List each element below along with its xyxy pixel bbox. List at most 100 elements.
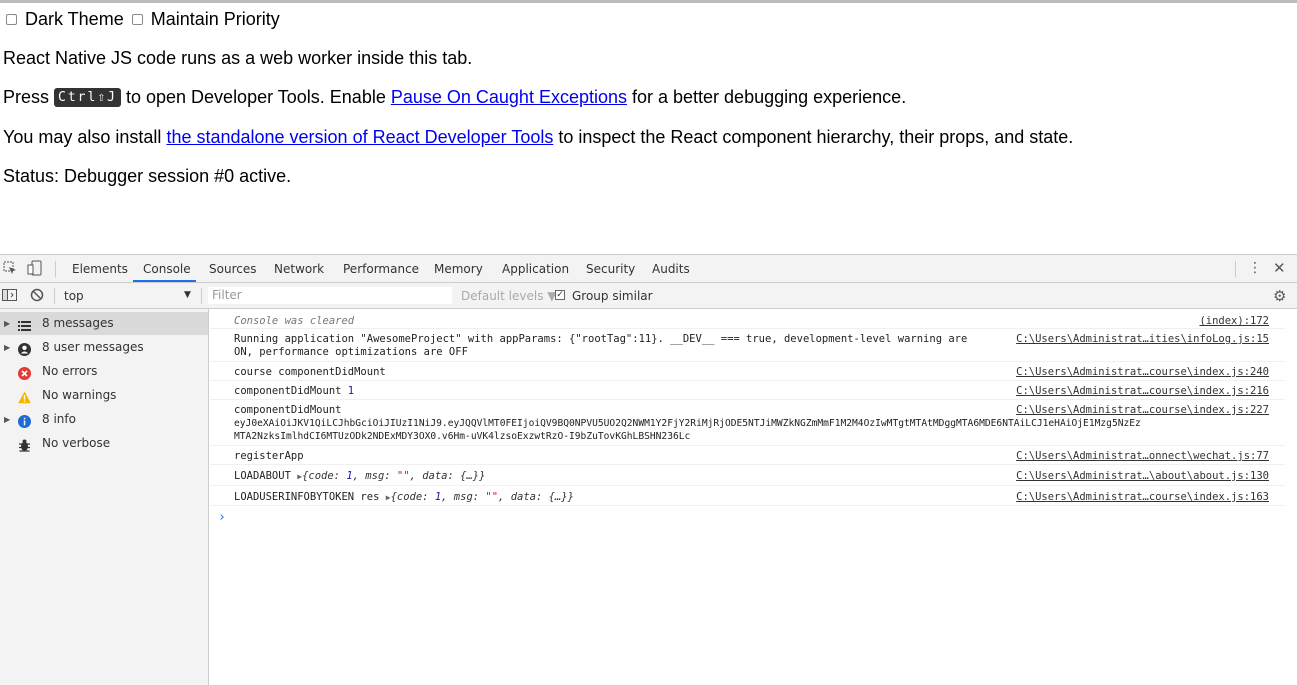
expand-arrow-icon[interactable]: ▶ [4,336,10,359]
obj-part: {code: [390,491,435,503]
message-text-cont: ON, performance optimizations are OFF [234,346,468,358]
console-message: LOADUSERINFOBYTOKEN res ▶{code: 1, msg: … [210,485,1285,506]
dark-theme-label[interactable]: Dark Theme [25,9,124,30]
error-icon [18,365,31,380]
console-message: componentDidMount eyJ0eXAiOiJKV1QiLCJhbG… [210,399,1285,446]
active-tab-indicator [133,280,196,282]
user-icon [18,341,31,356]
clear-console-icon[interactable] [30,288,44,305]
source-link[interactable]: C:\Users\Administrat…course\index.js:163 [1016,491,1269,504]
message-label: LOADUSERINFOBYTOKEN res [234,491,380,503]
obj-part: , data: {…}} [498,491,574,503]
react-devtools-text: You may also install the standalone vers… [3,127,1073,148]
debugger-page: Dark Theme Maintain Priority React Nativ… [0,0,1297,254]
install-prefix: You may also install [3,127,167,147]
sidebar-item-messages[interactable]: ▶ 8 messages [0,312,208,335]
devtools-tabbar: Elements Console Sources Network Perform… [0,254,1297,283]
sidebar-item-label: No warnings [42,388,117,402]
tab-application[interactable]: Application [502,262,569,276]
obj-part: , msg: [441,491,486,503]
hint-prefix: Press [3,87,55,107]
group-similar-label[interactable]: Group similar [572,289,653,303]
sidebar-item-label: 8 info [42,412,76,426]
status-text: Status: Debugger session #0 active. [3,166,292,186]
maintain-priority-label[interactable]: Maintain Priority [151,9,280,30]
console-prompt[interactable]: › [218,510,226,525]
tab-memory[interactable]: Memory [434,262,483,276]
sidebar-item-label: 8 messages [42,316,114,330]
obj-string: "" [396,470,410,482]
close-icon[interactable]: ✕ [1273,259,1286,277]
sidebar-item-info[interactable]: ▶ 8 info [0,408,208,431]
group-similar-checkbox[interactable]: ✓ [555,290,565,300]
inspect-element-icon[interactable] [3,261,17,278]
source-link[interactable]: C:\Users\Administrat…onnect\wechat.js:77 [1016,450,1269,463]
obj-part: , msg: [352,470,397,482]
worker-info-text: React Native JS code runs as a web worke… [3,48,473,68]
sidebar-item-warnings[interactable]: No warnings [0,384,208,407]
console-message: LOADABOUT ▶{code: 1, msg: "", data: {…}}… [210,464,1285,486]
obj-part: , data: {…}} [409,470,486,482]
context-dropdown-icon[interactable]: ▼ [184,290,191,300]
source-link[interactable]: C:\Users\Administrat…ities\infoLog.js:15 [1016,333,1269,346]
token-text-cont: MTA2NzksImlhdCI6MTUzODk2NDExMDY3OX0.v6Hm… [234,431,691,442]
sidebar-item-user-messages[interactable]: ▶ 8 user messages [0,336,208,359]
sidebar-item-verbose[interactable]: No verbose [0,432,208,455]
console-sidebar: ▶ 8 messages ▶ 8 user messages No errors… [0,309,209,685]
message-text: componentDidMount 1 [234,385,354,398]
sidebar-item-label: 8 user messages [42,340,144,354]
source-link[interactable]: (index):172 [1199,315,1269,328]
expand-arrow-icon[interactable]: ▶ [4,408,10,431]
tab-security[interactable]: Security [586,262,635,276]
message-text: registerApp [234,450,304,462]
dark-theme-checkbox[interactable] [6,14,17,25]
tab-audits[interactable]: Audits [652,262,690,276]
message-text: LOADABOUT ▶{code: 1, msg: "", data: {…}} [234,470,485,483]
source-link[interactable]: C:\Users\Administrat…\about\about.js:130 [1016,470,1269,483]
sidebar-toggle-icon[interactable] [2,288,17,305]
message-text: componentDidMount [234,404,342,416]
maintain-priority-checkbox[interactable] [131,14,143,25]
source-link[interactable]: C:\Users\Administrat…course\index.js:216 [1016,385,1269,398]
token-text: eyJ0eXAiOiJKV1QiLCJhbGciOiJIUzI1NiJ9.eyJ… [234,418,1141,429]
object-preview[interactable]: {code: 1, msg: "", data: {…}} [391,491,574,503]
message-label: componentDidMount [234,385,342,397]
console-cleared-text: Console was cleared [234,315,355,327]
console-message: Running application "AwesomeProject" wit… [210,328,1285,362]
toolbar-separator [54,288,55,304]
hint-suffix: for a better debugging experience. [627,87,907,107]
console-settings-gear-icon[interactable]: ⚙ [1273,287,1286,305]
filter-input[interactable]: Filter [208,287,452,304]
info-icon [18,413,31,428]
tab-elements[interactable]: Elements [72,262,128,276]
expand-arrow-icon[interactable]: ▶ [4,312,10,335]
console-message: course componentDidMount C:\Users\Admini… [210,361,1285,381]
default-levels-dropdown[interactable]: Default levels ▼ [461,289,557,303]
more-options-icon[interactable]: ⋮ [1248,260,1262,276]
source-link[interactable]: C:\Users\Administrat…course\index.js:240 [1016,366,1269,379]
source-link[interactable]: C:\Users\Administrat…course\index.js:227 [1016,404,1269,417]
object-preview[interactable]: {code: 1, msg: "", data: {…}} [302,470,485,482]
message-text: Running application "AwesomeProject" wit… [234,333,968,345]
console-message: componentDidMount 1 C:\Users\Administrat… [210,380,1285,400]
tab-sources[interactable]: Sources [209,262,256,276]
react-devtools-link[interactable]: the standalone version of React Develope… [166,127,553,147]
tab-network[interactable]: Network [274,262,324,276]
message-text: LOADUSERINFOBYTOKEN res ▶{code: 1, msg: … [234,491,574,504]
sidebar-item-label: No errors [42,364,98,378]
tabbar-separator [55,261,56,277]
sidebar-item-errors[interactable]: No errors [0,360,208,383]
tab-console[interactable]: Console [143,262,191,276]
list-icon [18,317,31,331]
message-label: LOADABOUT [234,470,291,482]
obj-string: "" [485,491,499,503]
pause-on-exceptions-link[interactable]: Pause On Caught Exceptions [391,87,627,107]
shortcut-key: Ctrl⇧J [54,88,121,107]
message-text: course componentDidMount [234,366,386,378]
install-suffix: to inspect the React component hierarchy… [553,127,1074,147]
devtools-panel: Elements Console Sources Network Perform… [0,254,1297,685]
context-select[interactable]: top [64,289,84,303]
tab-performance[interactable]: Performance [343,262,419,276]
device-toolbar-icon[interactable] [27,260,43,279]
toolbar-separator-2 [201,288,202,304]
